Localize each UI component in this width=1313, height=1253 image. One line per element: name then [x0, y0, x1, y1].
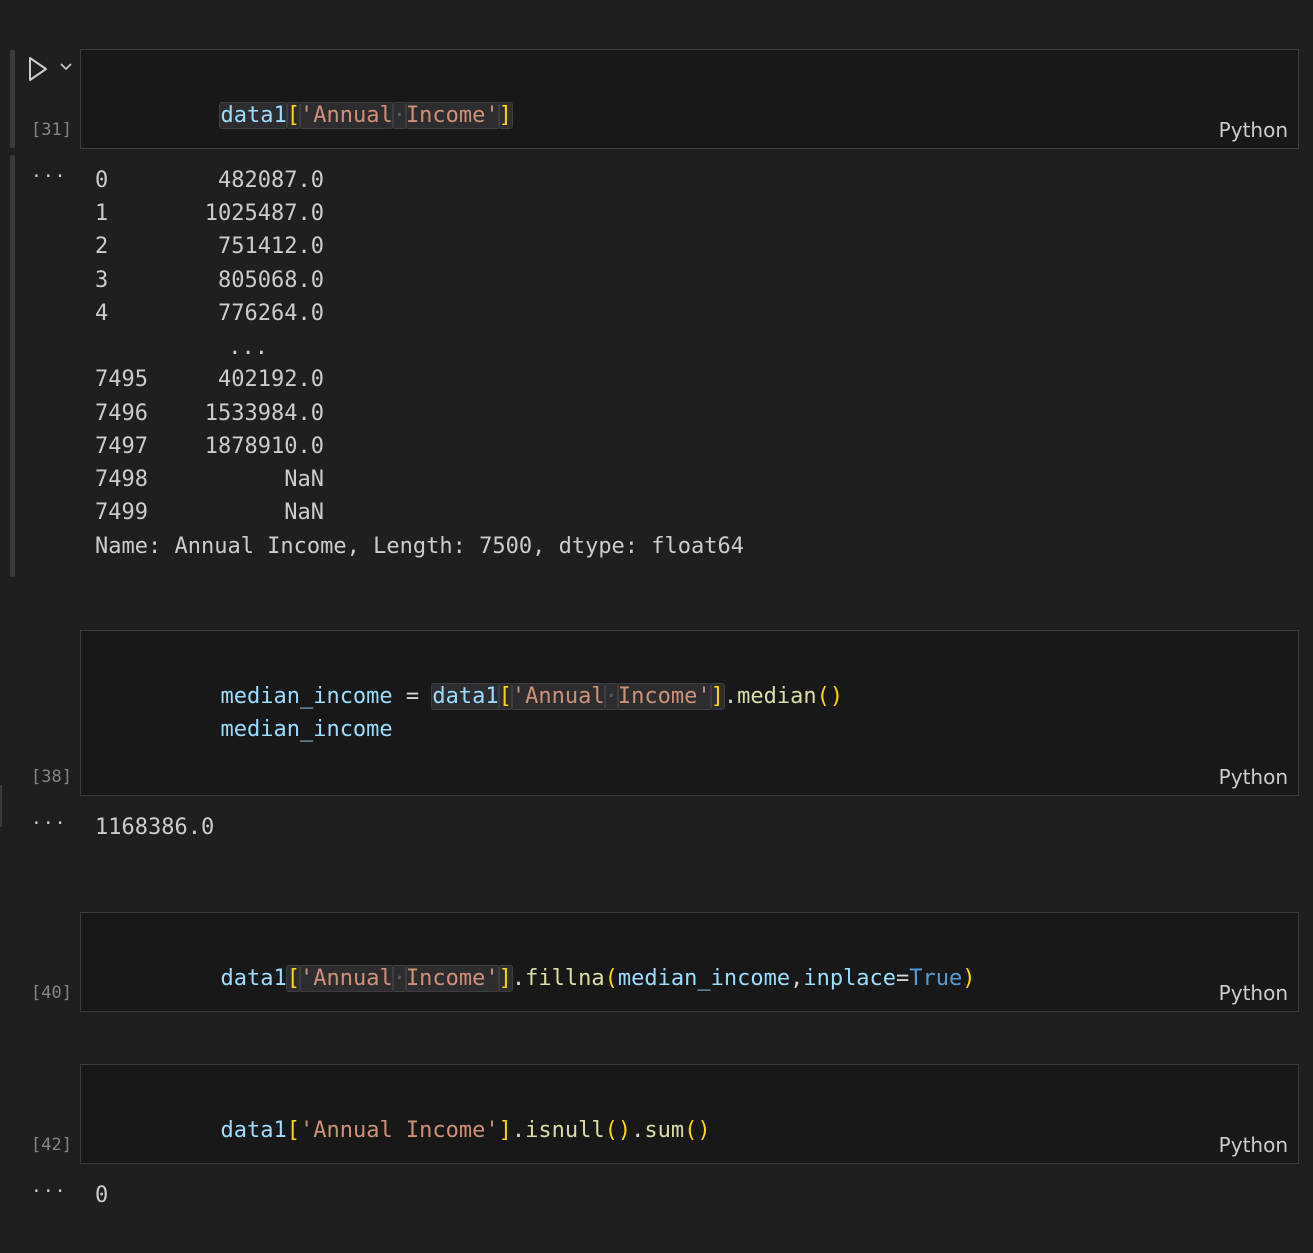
editor-edge	[0, 785, 2, 827]
code-token-string: 'Annual	[298, 102, 394, 129]
language-label[interactable]: Python	[1219, 765, 1288, 789]
language-label[interactable]: Python	[1219, 118, 1288, 142]
series-value: 402192.0	[218, 367, 324, 392]
execution-count: [38]	[31, 767, 72, 787]
code-token-comma: ,	[790, 966, 804, 991]
series-index: 4	[95, 301, 109, 326]
code-line: data1['Annual·Income'].fillna(median_inc…	[141, 937, 976, 1021]
series-value: NaN	[284, 500, 324, 525]
code-token-function: isnull	[525, 1118, 605, 1143]
series-index: 7495	[95, 367, 148, 392]
series-index: 7496	[95, 401, 148, 426]
code-token-kwarg: inplace	[803, 966, 897, 991]
code-token-operator: =	[896, 966, 910, 991]
series-value: 1878910.0	[204, 434, 324, 459]
series-index: 7497	[95, 434, 148, 459]
chevron-down-icon[interactable]	[58, 58, 74, 74]
output-menu-icon[interactable]: ···	[31, 813, 67, 834]
output-menu-icon[interactable]: ···	[31, 1181, 67, 1202]
code-token-string: 'Annual Income'	[299, 1118, 499, 1143]
code-token-parens: ()	[816, 684, 844, 709]
code-token-function: median	[737, 684, 817, 709]
code-token-string: Income'	[404, 965, 500, 992]
execution-count: [42]	[31, 1135, 72, 1155]
series-value: 1533984.0	[204, 401, 324, 426]
code-token-bracket: ]	[709, 683, 725, 710]
series-value: 805068.0	[218, 268, 324, 293]
series-value: 751412.0	[218, 234, 324, 259]
code-token-operator: =	[392, 684, 433, 709]
code-token-paren: (	[604, 966, 618, 991]
code-token-function: fillna	[525, 966, 605, 991]
code-cell-editor[interactable]: median_income = data1['Annual·Income'].m…	[80, 630, 1299, 796]
series-value: 776264.0	[218, 301, 324, 326]
code-line: data1['Annual Income'].isnull().sum()	[141, 1089, 711, 1173]
code-line: data1['Annual·Income']	[141, 74, 513, 158]
code-token-bracket: [	[285, 102, 301, 129]
code-token-dot: .	[631, 1118, 645, 1143]
code-token-dot: .	[511, 966, 526, 991]
series-index: 3	[95, 268, 109, 293]
code-token-variable: data1	[220, 966, 287, 991]
language-label[interactable]: Python	[1219, 1133, 1288, 1157]
whitespace-marker: ·	[603, 683, 619, 710]
series-value: NaN	[284, 467, 324, 492]
code-cell-editor[interactable]: data1['Annual Income'].isnull().sum() Py…	[80, 1064, 1299, 1164]
code-cell-editor[interactable]: data1['Annual·Income'].fillna(median_inc…	[80, 912, 1299, 1012]
code-token-variable: data1	[431, 683, 500, 710]
code-token-bracket: ]	[497, 965, 513, 992]
code-token-string: 'Annual	[510, 683, 606, 710]
code-token-string: Income'	[404, 102, 500, 129]
output-value: 1168386.0	[95, 815, 215, 840]
code-token-parens: ()	[604, 1118, 632, 1143]
code-token-string: Income'	[616, 683, 712, 710]
series-footer: Name: Annual Income, Length: 7500, dtype…	[95, 534, 745, 559]
execution-count: [31]	[31, 120, 72, 140]
code-token-paren: )	[962, 966, 976, 991]
output-menu-icon[interactable]: ···	[31, 166, 67, 187]
series-index: 0	[95, 168, 109, 193]
code-token-bracket: [	[285, 965, 301, 992]
series-ellipsis: ...	[228, 335, 268, 360]
series-index: 2	[95, 234, 109, 259]
cell-focus-indicator	[10, 50, 15, 148]
code-token-dot: .	[723, 684, 738, 709]
code-token-function: sum	[644, 1118, 685, 1143]
code-line: median_income	[141, 688, 393, 772]
code-token-variable: data1	[219, 102, 288, 129]
series-index: 7498	[95, 467, 148, 492]
code-token-variable: median_income	[220, 717, 393, 742]
code-token-bracket: [	[286, 1118, 300, 1143]
code-token-bracket: ]	[498, 1118, 512, 1143]
language-label[interactable]: Python	[1219, 981, 1288, 1005]
series-value: 482087.0	[218, 168, 324, 193]
code-token-dot: .	[511, 1118, 526, 1143]
series-value: 1025487.0	[204, 201, 324, 226]
code-token-string: 'Annual	[298, 965, 394, 992]
code-token-variable: data1	[220, 1118, 287, 1143]
code-token-keyword: True	[909, 966, 963, 991]
output-value: 0	[95, 1183, 109, 1208]
code-cell-editor[interactable]: data1['Annual·Income'] Python	[80, 49, 1299, 149]
code-token-bracket: [	[497, 683, 513, 710]
code-token-variable: median_income	[617, 966, 791, 991]
series-index: 7499	[95, 500, 148, 525]
code-token-bracket: ]	[497, 102, 513, 129]
series-index: 1	[95, 201, 109, 226]
play-icon[interactable]	[26, 55, 50, 83]
output-focus-indicator	[10, 155, 15, 577]
code-token-parens: ()	[684, 1118, 711, 1143]
execution-count: [40]	[31, 983, 72, 1003]
whitespace-marker: ·	[391, 965, 407, 992]
whitespace-marker: ·	[391, 102, 407, 129]
